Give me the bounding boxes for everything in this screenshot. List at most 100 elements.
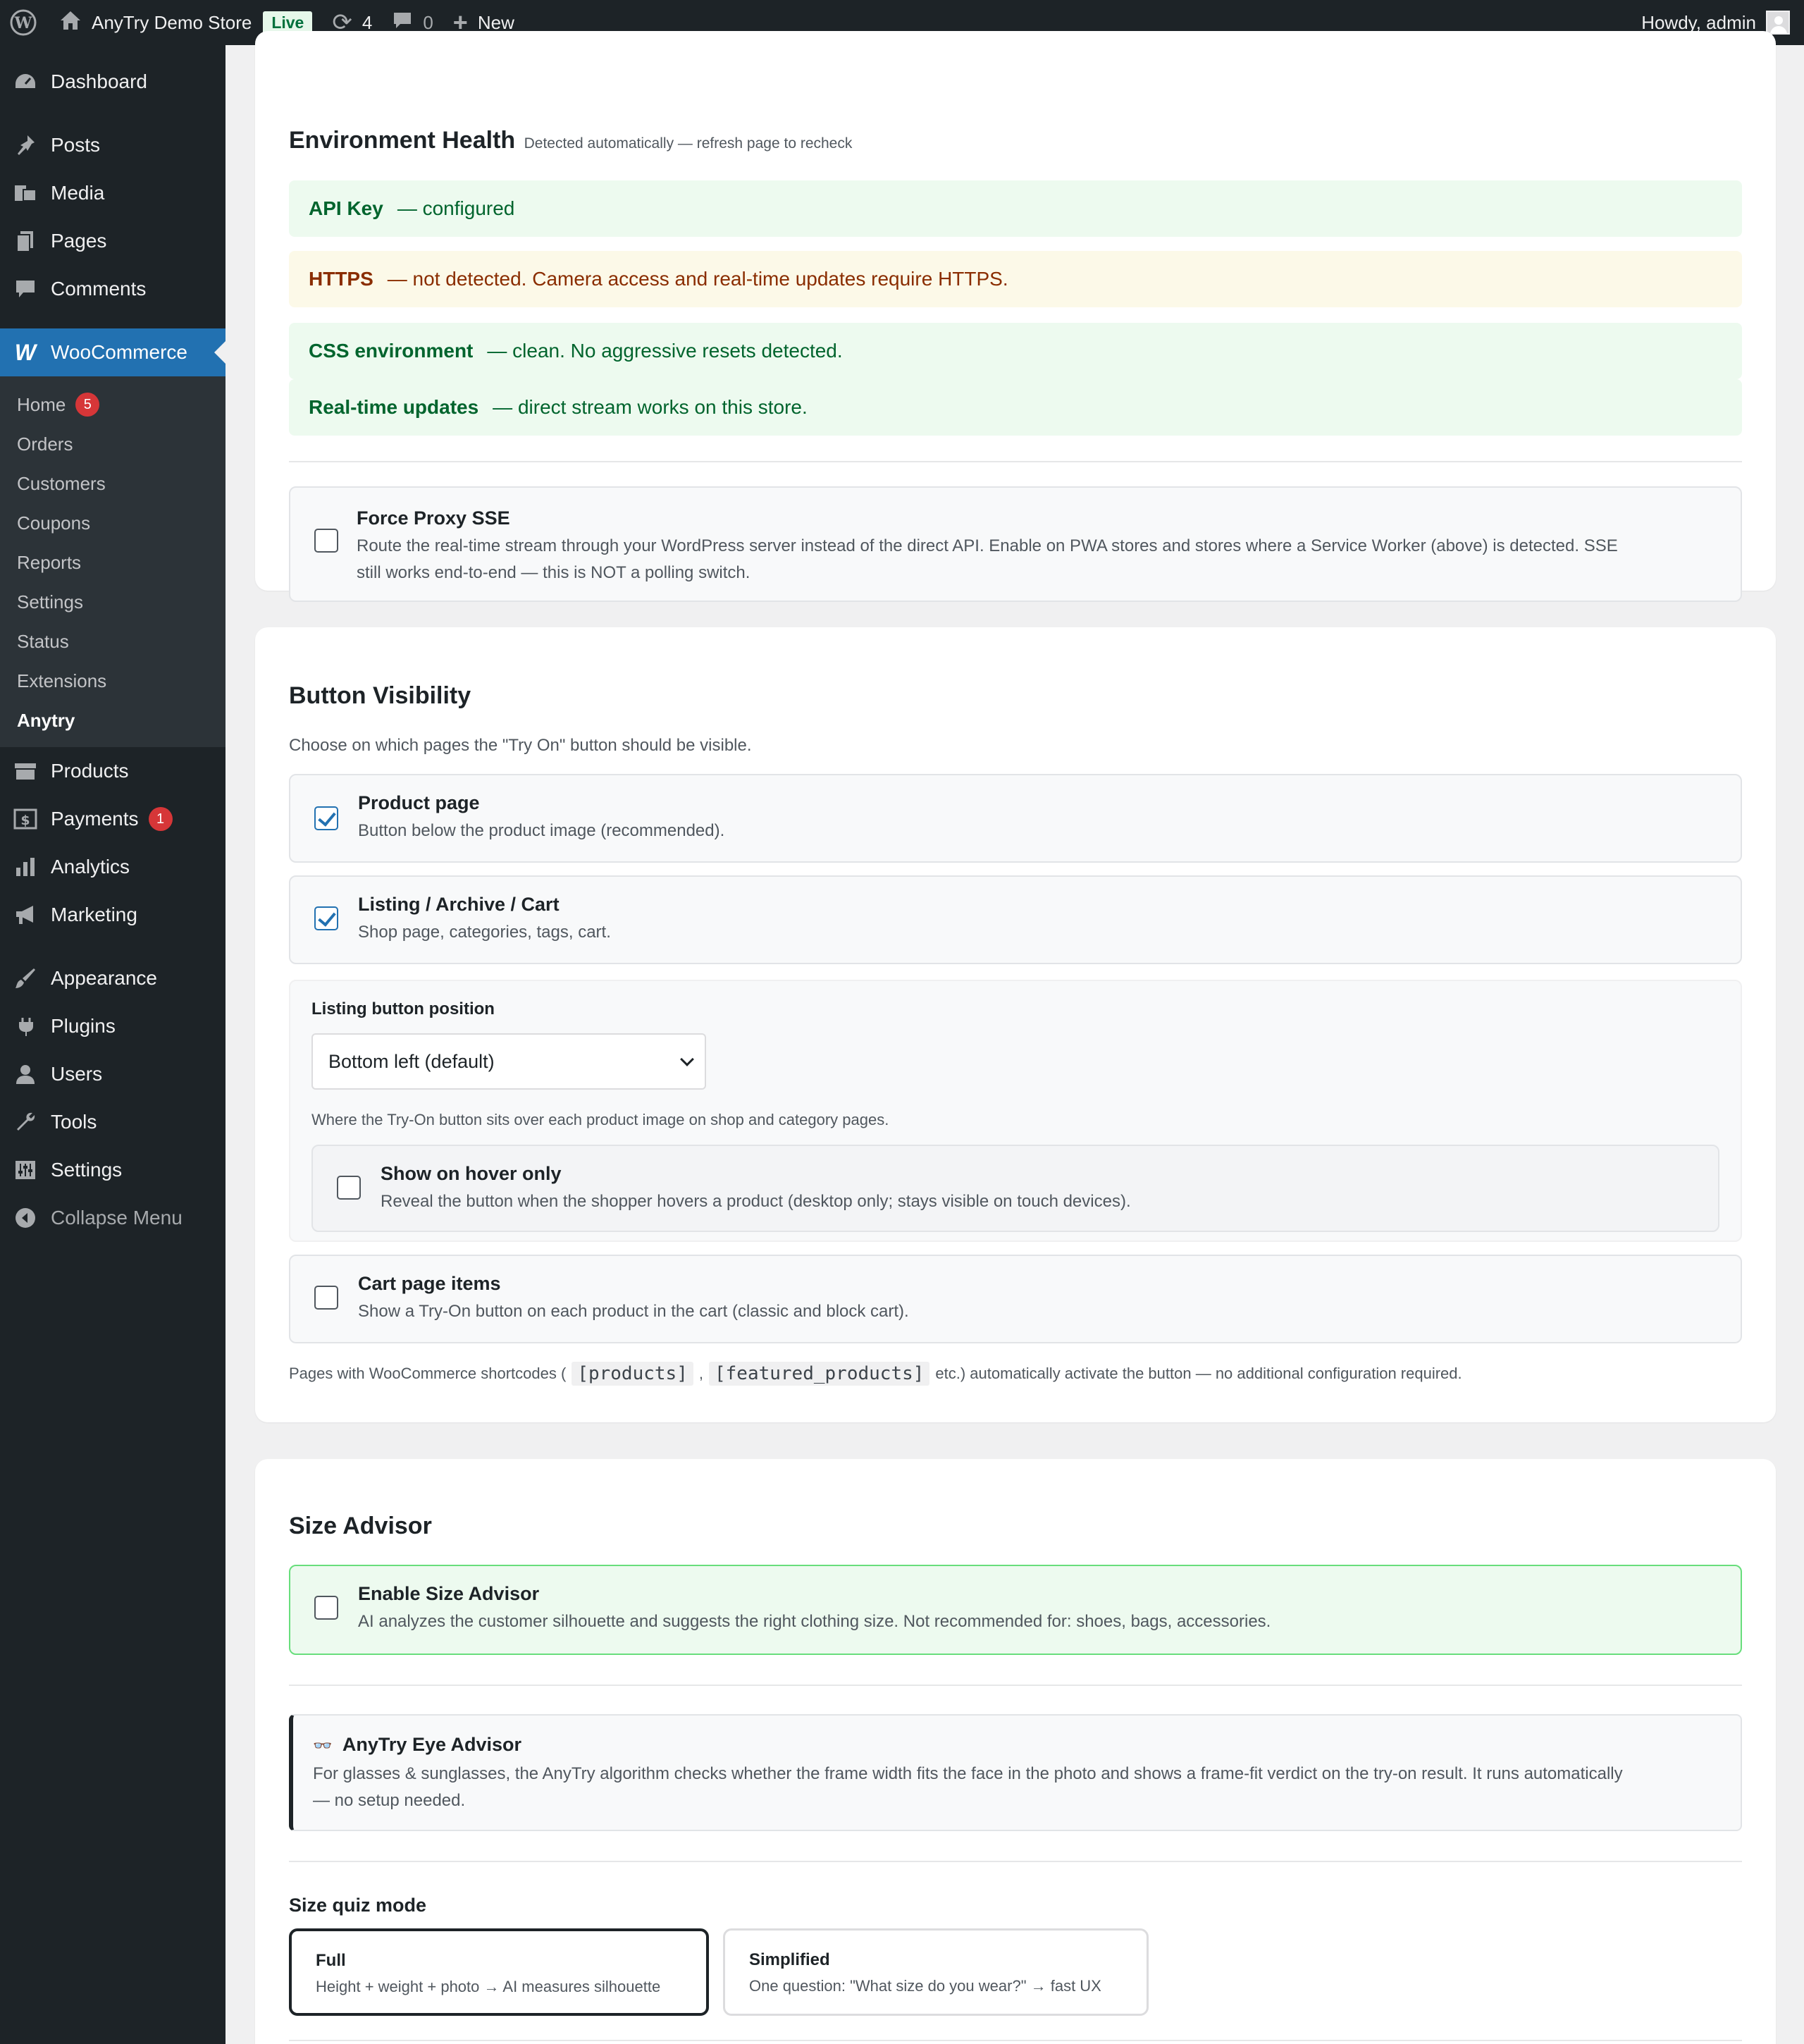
quiz-mode-full-desc: Height + weight + photo → AI measures si…	[316, 1978, 661, 1995]
button-visibility-card: Button Visibility Choose on which pages …	[255, 627, 1776, 1422]
submenu-customers[interactable]: Customers	[0, 464, 226, 503]
listing-position-label: Listing button position	[311, 999, 495, 1018]
new-label: New	[477, 11, 514, 33]
health-row-https: HTTPS — not detected. Camera access and …	[289, 251, 1742, 307]
pushpin-icon	[13, 133, 38, 158]
environment-health-card: Environment Health Detected automaticall…	[255, 31, 1776, 602]
submenu-extensions[interactable]: Extensions	[0, 661, 226, 701]
product-page-checkbox[interactable]	[314, 806, 338, 830]
submenu-home[interactable]: Home 5	[0, 385, 226, 424]
divider	[289, 2040, 1742, 2041]
archive-box-icon	[13, 758, 38, 784]
submenu-orders[interactable]: Orders	[0, 424, 226, 464]
collapse-menu-label: Collapse Menu	[51, 1207, 183, 1229]
show-on-hover-option[interactable]: Show on hover only Reveal the button whe…	[311, 1145, 1719, 1232]
shortcodes-suffix: etc.) automatically activate the button …	[935, 1365, 1462, 1382]
svg-text:$: $	[20, 813, 30, 828]
megaphone-icon	[13, 902, 38, 928]
submenu-reports[interactable]: Reports	[0, 543, 226, 582]
menu-plugins[interactable]: Plugins	[0, 1002, 226, 1050]
menu-posts[interactable]: Posts	[0, 121, 226, 169]
submenu-anytry[interactable]: Anytry	[0, 701, 226, 740]
listing-position-select[interactable]: Bottom left (default)	[311, 1033, 706, 1090]
product-page-option[interactable]: Product page Button below the product im…	[289, 774, 1742, 863]
enable-size-advisor-desc: AI analyzes the customer silhouette and …	[358, 1612, 1271, 1631]
health-text: — direct stream works on this store.	[493, 396, 808, 418]
wordpress-logo-icon[interactable]: W	[0, 0, 49, 45]
force-proxy-sse-option[interactable]: Force Proxy SSE Route the real-time stre…	[289, 486, 1742, 602]
eye-advisor-heading: 👓 AnyTry Eye Advisor	[313, 1734, 521, 1756]
listing-archive-cart-option[interactable]: Listing / Archive / Cart Shop page, cate…	[289, 875, 1742, 964]
force-proxy-sse-desc-line-2: still works end-to-end — this is NOT a p…	[357, 563, 750, 582]
force-proxy-sse-checkbox[interactable]	[314, 529, 338, 553]
health-row-css-environment: CSS environment — clean. No aggressive r…	[289, 323, 1742, 379]
menu-plugins-label: Plugins	[51, 1015, 116, 1037]
eye-advisor-desc-line-1: For glasses & sunglasses, the AnyTry alg…	[313, 1764, 1623, 1783]
submenu-coupons[interactable]: Coupons	[0, 503, 226, 543]
enable-size-advisor-checkbox[interactable]	[314, 1596, 338, 1620]
cart-page-items-checkbox[interactable]	[314, 1286, 338, 1310]
menu-dashboard[interactable]: Dashboard	[0, 58, 226, 106]
menu-products[interactable]: Products	[0, 747, 226, 795]
menu-marketing-label: Marketing	[51, 904, 137, 925]
size-advisor-title: Size Advisor	[289, 1513, 432, 1539]
health-text: — clean. No aggressive resets detected.	[487, 340, 843, 362]
force-proxy-sse-desc-line-1: Route the real-time stream through your …	[357, 536, 1618, 555]
menu-payments-label: Payments	[51, 808, 139, 830]
howdy-text: Howdy, admin	[1641, 11, 1756, 33]
menu-payments[interactable]: $ Payments 1	[0, 795, 226, 843]
shortcode-separator: ,	[698, 1365, 703, 1382]
settings-sliders-icon	[13, 1157, 38, 1183]
product-page-title: Product page	[358, 792, 480, 813]
eye-advisor-info-box: 👓 AnyTry Eye Advisor For glasses & sungl…	[289, 1714, 1742, 1831]
eye-advisor-desc-line-2: — no setup needed.	[313, 1791, 466, 1810]
product-page-desc: Button below the product image (recommen…	[358, 821, 725, 840]
health-text: — not detected. Camera access and real-t…	[387, 268, 1008, 290]
submenu-home-label: Home	[17, 393, 66, 415]
show-on-hover-checkbox[interactable]	[337, 1176, 361, 1200]
submenu-settings[interactable]: Settings	[0, 582, 226, 622]
environment-health-title: Environment Health	[289, 127, 516, 154]
menu-comments[interactable]: Comments	[0, 265, 226, 313]
menu-pages[interactable]: Pages	[0, 217, 226, 265]
menu-tools[interactable]: Tools	[0, 1098, 226, 1146]
menu-media[interactable]: Media	[0, 169, 226, 217]
menu-marketing[interactable]: Marketing	[0, 891, 226, 939]
shortcodes-prefix: Pages with WooCommerce shortcodes (	[289, 1365, 567, 1382]
woocommerce-submenu: Home 5 Orders Customers Coupons Reports …	[0, 376, 226, 747]
quiz-mode-simplified-desc: One question: "What size do you wear?" →…	[749, 1977, 1101, 1995]
quiz-mode-full-option[interactable]: Full Height + weight + photo → AI measur…	[289, 1928, 709, 2016]
collapse-menu-button[interactable]: Collapse Menu	[0, 1194, 226, 1242]
divider	[289, 1861, 1742, 1862]
enable-size-advisor-option[interactable]: Enable Size Advisor AI analyzes the cust…	[289, 1565, 1742, 1655]
listing-archive-cart-checkbox[interactable]	[314, 906, 338, 930]
cart-page-items-option[interactable]: Cart page items Show a Try-On button on …	[289, 1255, 1742, 1343]
health-text: — configured	[397, 197, 515, 219]
dashboard-gauge-icon	[13, 69, 38, 94]
menu-settings[interactable]: Settings	[0, 1146, 226, 1194]
payments-dollar-icon: $	[13, 806, 38, 832]
listing-archive-cart-title: Listing / Archive / Cart	[358, 894, 560, 915]
updates-count: 4	[362, 11, 373, 33]
submenu-status[interactable]: Status	[0, 622, 226, 661]
site-name: AnyTry Demo Store	[92, 11, 252, 33]
size-advisor-card: Size Advisor Enable Size Advisor AI anal…	[255, 1459, 1776, 2044]
listing-archive-cart-desc: Shop page, categories, tags, cart.	[358, 923, 611, 942]
menu-users[interactable]: Users	[0, 1050, 226, 1098]
payments-notification-badge: 1	[148, 807, 173, 831]
menu-users-label: Users	[51, 1063, 103, 1085]
menu-analytics[interactable]: Analytics	[0, 843, 226, 891]
admin-sidebar: Dashboard Posts Media Pages Comments W W…	[0, 45, 226, 2044]
health-label: HTTPS	[309, 268, 373, 290]
cart-page-items-title: Cart page items	[358, 1273, 501, 1294]
woocommerce-icon: W	[14, 339, 37, 365]
home-icon	[59, 10, 82, 36]
menu-appearance[interactable]: Appearance	[0, 954, 226, 1002]
button-visibility-title: Button Visibility	[289, 682, 471, 709]
menu-pages-label: Pages	[51, 230, 107, 252]
quiz-mode-simplified-option[interactable]: Simplified One question: "What size do y…	[723, 1928, 1149, 2016]
plugin-icon	[13, 1014, 38, 1039]
avatar	[1766, 11, 1790, 35]
menu-woocommerce[interactable]: W WooCommerce	[0, 328, 226, 376]
divider	[289, 461, 1742, 462]
